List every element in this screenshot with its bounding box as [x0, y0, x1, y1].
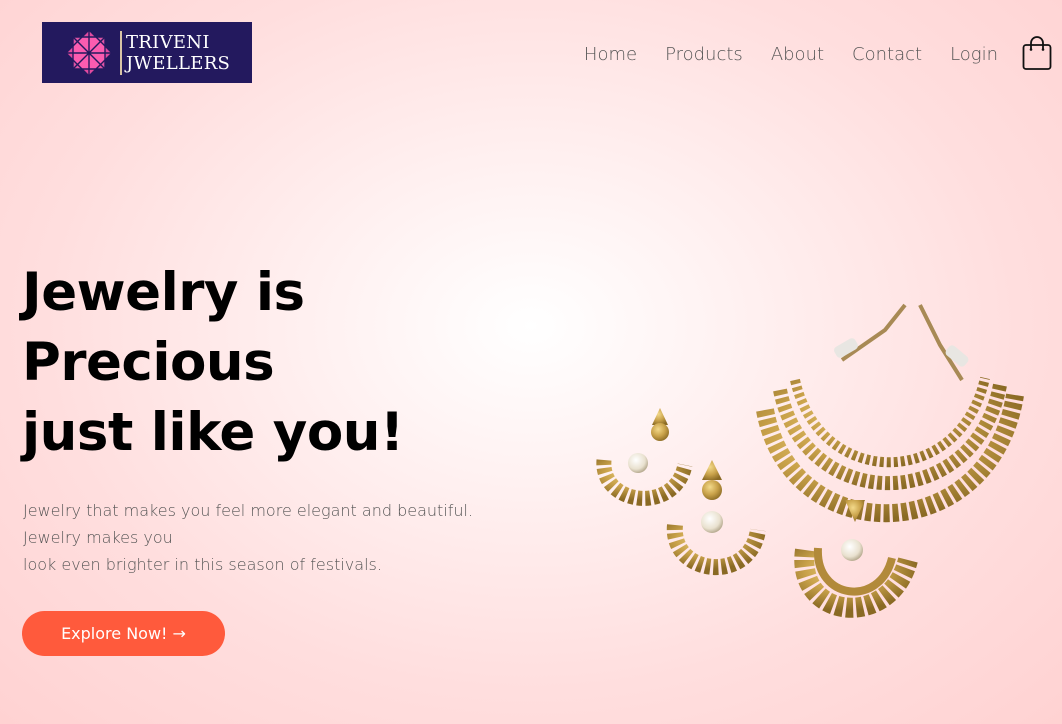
nav-contact[interactable]: Contact: [852, 44, 922, 65]
shopping-bag-icon[interactable]: [1022, 35, 1052, 71]
diamond-logo-icon: [65, 28, 113, 77]
brand-name-line1: TRIVENI: [126, 31, 210, 53]
nav-products[interactable]: Products: [665, 44, 743, 65]
hero-desc-line3: look even brighter in this season of fes…: [23, 555, 382, 574]
hero-desc-line1: Jewelry that makes you feel more elegant…: [23, 501, 474, 520]
nav-home[interactable]: Home: [584, 44, 637, 65]
hero-title-line2: Precious: [22, 332, 275, 393]
logo-divider: [120, 30, 122, 75]
brand-logo[interactable]: TRIVENI JWELLERS: [42, 22, 252, 83]
main-nav: Home Products About Contact Login: [584, 44, 998, 65]
hero-title-line3: just like you!: [22, 402, 404, 463]
brand-name: TRIVENI JWELLERS: [126, 32, 230, 74]
explore-now-button[interactable]: Explore Now! →: [22, 611, 225, 656]
hero-title-line1: Jewelry is: [22, 262, 305, 323]
jewelry-set-image: [596, 303, 1024, 618]
nav-login[interactable]: Login: [950, 44, 998, 65]
nav-about[interactable]: About: [771, 44, 824, 65]
hero-desc-line2: Jewelry makes you: [23, 528, 173, 547]
hero-description: Jewelry that makes you feel more elegant…: [23, 497, 563, 578]
brand-name-line2: JWELLERS: [126, 52, 231, 74]
hero-title: Jewelry is Precious just like you!: [22, 258, 404, 468]
